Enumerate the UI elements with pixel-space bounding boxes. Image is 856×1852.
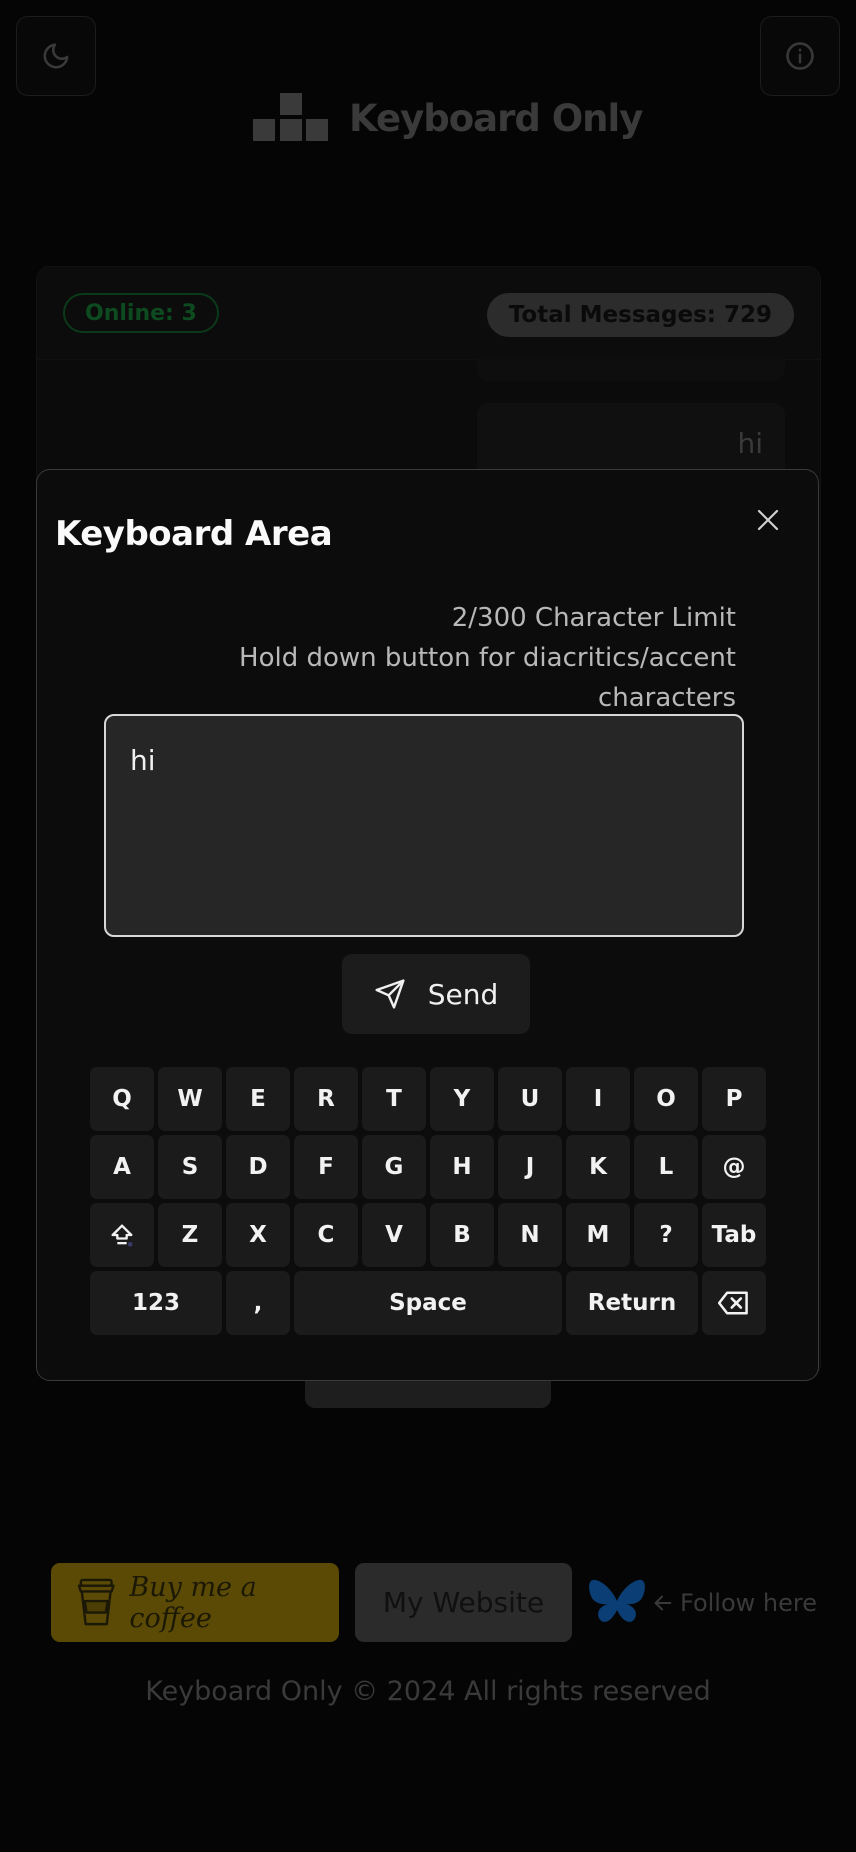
key-m[interactable]: M (566, 1203, 630, 1267)
backspace-icon (718, 1291, 748, 1315)
brand: Keyboard Only (253, 92, 643, 144)
logo-blocks-icon (253, 93, 328, 141)
shift-icon (111, 1224, 133, 1247)
key-e[interactable]: E (226, 1067, 290, 1131)
key-t[interactable]: T (362, 1067, 426, 1131)
coffee-label: Buy me a coffee (129, 1571, 257, 1634)
key-u[interactable]: U (498, 1067, 562, 1131)
key-v[interactable]: V (362, 1203, 426, 1267)
key-question[interactable]: ? (634, 1203, 698, 1267)
modal-title: Keyboard Area (55, 514, 333, 554)
numbers-key[interactable]: 123 (90, 1271, 222, 1335)
key-comma[interactable]: , (226, 1271, 290, 1335)
key-j[interactable]: J (498, 1135, 562, 1199)
close-button[interactable] (752, 504, 784, 536)
chat-header: Online: 3 Total Messages: 729 (37, 267, 820, 360)
bluesky-butterfly-icon (589, 1579, 645, 1622)
info-button[interactable] (760, 16, 840, 96)
brand-name: Keyboard Only (349, 96, 643, 140)
key-s[interactable]: S (158, 1135, 222, 1199)
key-g[interactable]: G (362, 1135, 426, 1199)
key-tab[interactable]: Tab (702, 1203, 766, 1267)
return-key[interactable]: Return (566, 1271, 698, 1335)
follow-link[interactable]: Follow here (588, 1575, 817, 1631)
info-icon (786, 42, 814, 70)
send-label: Send (427, 977, 499, 1011)
theme-toggle-button[interactable] (16, 16, 96, 96)
key-b[interactable]: B (430, 1203, 494, 1267)
key-c[interactable]: C (294, 1203, 358, 1267)
online-count-badge: Online: 3 (63, 293, 219, 333)
key-at[interactable]: @ (702, 1135, 766, 1199)
key-n[interactable]: N (498, 1203, 562, 1267)
key-h[interactable]: H (430, 1135, 494, 1199)
key-l[interactable]: L (634, 1135, 698, 1199)
close-icon (757, 509, 779, 531)
key-p[interactable]: P (702, 1067, 766, 1131)
character-limit: 2/300 Character Limit (451, 603, 736, 633)
key-f[interactable]: F (294, 1135, 358, 1199)
key-a[interactable]: A (90, 1135, 154, 1199)
follow-label: Follow here (680, 1589, 817, 1617)
key-w[interactable]: W (158, 1067, 222, 1131)
my-website-button[interactable]: My Website (355, 1563, 572, 1642)
key-i[interactable]: I (566, 1067, 630, 1131)
diacritics-hint: Hold down button for diacritics/accent (239, 643, 736, 673)
key-q[interactable]: Q (90, 1067, 154, 1131)
key-x[interactable]: X (226, 1203, 290, 1267)
key-d[interactable]: D (226, 1135, 290, 1199)
copyright: Keyboard Only © 2024 All rights reserved (145, 1676, 711, 1707)
send-icon (375, 979, 405, 1009)
diacritics-hint-cont: characters (597, 683, 736, 713)
moon-icon (43, 43, 69, 69)
keyboard-modal: Keyboard Area 2/300 Character Limit Hold… (36, 469, 819, 1381)
message-bubble-previous (477, 359, 785, 381)
input-hints: 2/300 Character Limit Hold down button f… (96, 598, 736, 718)
shift-key[interactable] (90, 1203, 154, 1267)
message-input[interactable]: hi (104, 714, 744, 937)
key-y[interactable]: Y (430, 1067, 494, 1131)
coffee-cup-icon (77, 1578, 115, 1625)
key-o[interactable]: O (634, 1067, 698, 1131)
key-k[interactable]: K (566, 1135, 630, 1199)
message-text: hi (737, 426, 763, 460)
send-button[interactable]: Send (342, 954, 530, 1034)
arrow-left-icon (654, 1595, 672, 1611)
backspace-key[interactable] (702, 1271, 766, 1335)
key-z[interactable]: Z (158, 1203, 222, 1267)
key-r[interactable]: R (294, 1067, 358, 1131)
total-messages-badge: Total Messages: 729 (486, 293, 794, 337)
buy-me-a-coffee-button[interactable]: Buy me a coffee (51, 1563, 339, 1642)
space-key[interactable]: Space (294, 1271, 562, 1335)
